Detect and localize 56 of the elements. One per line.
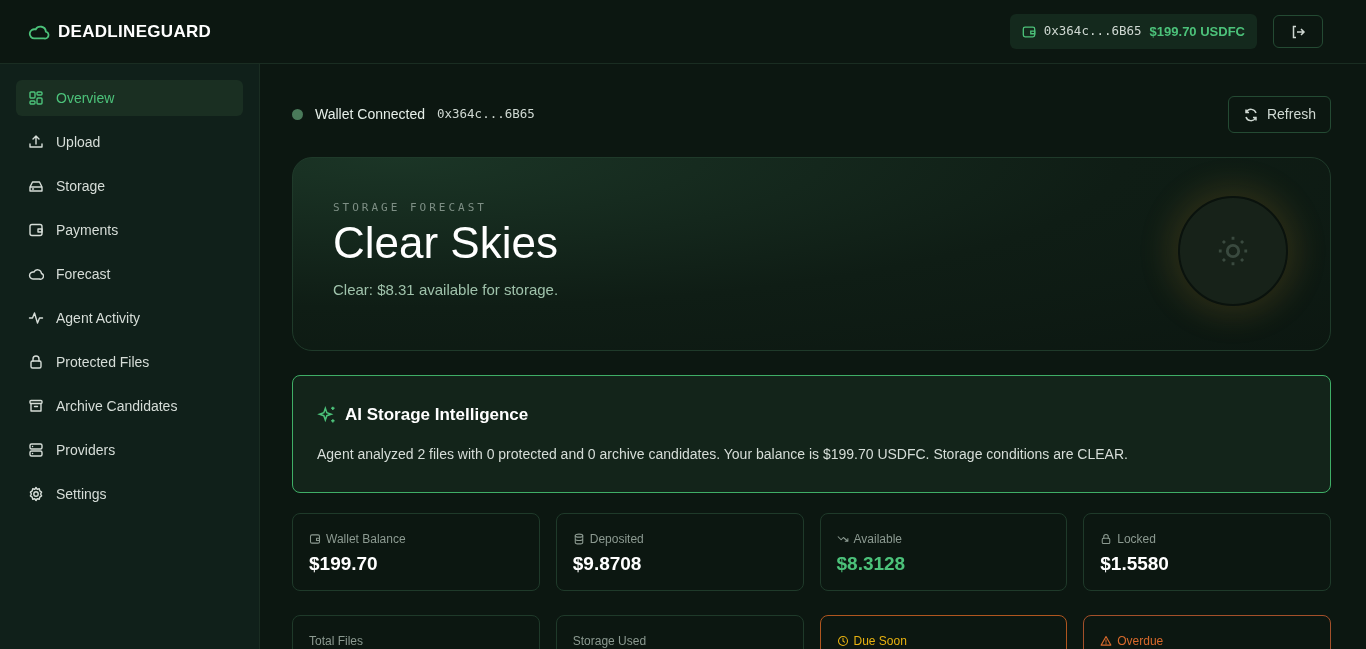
sidebar-item[interactable]: Providers (16, 432, 243, 468)
upload-icon (28, 134, 44, 150)
refresh-button[interactable]: Refresh (1227, 96, 1331, 133)
stat-value: $199.70 (309, 551, 379, 576)
wallet-icon (309, 532, 321, 545)
stat-label: Locked (1117, 530, 1156, 548)
sidebar-item[interactable]: Archive Candidates (16, 388, 243, 424)
database-icon (572, 532, 585, 545)
sidebar-item[interactable]: Agent Activity (16, 300, 243, 336)
lock-icon (1100, 532, 1113, 545)
logout-icon (1290, 23, 1306, 40)
stat-label: Deposited (589, 530, 644, 548)
lock-icon (28, 354, 44, 370)
activity-icon (28, 310, 44, 326)
stat-label: Storage Used (572, 632, 647, 649)
wallet-icon (28, 222, 44, 238)
forecast-message: Clear: $8.31 available for storage. (333, 279, 559, 300)
sun-icon (1216, 234, 1250, 268)
app-title: DEADLINEGUARD (58, 20, 212, 43)
archive-icon (28, 398, 44, 414)
wallet-address: 0x364c...6B65 (437, 105, 535, 124)
grid-icon (28, 90, 44, 106)
ai-summary: Agent analyzed 2 files with 0 protected and 0 archive candidates. Your balance is $199.70 USDFC. Storage conditions are CLEAR. (317, 444, 1129, 464)
stat-label: Overdue (1117, 632, 1164, 649)
stat-label: Wallet Balance (326, 530, 406, 548)
sidebar-item[interactable]: Upload (16, 124, 243, 160)
sidebar-item[interactable]: Payments (16, 212, 243, 248)
wallet-icon (1021, 24, 1036, 39)
stat-label: Total Files (309, 632, 364, 649)
forecast-eyebrow: STORAGE FORECAST (333, 200, 487, 216)
stat-label: Due Soon (853, 632, 907, 649)
warning-icon (1100, 634, 1113, 647)
stat-value: $8.3128 (836, 551, 907, 576)
ai-panel-title: AI Storage Intelligence (345, 404, 529, 426)
server-icon (28, 442, 44, 458)
sparkle-icon (317, 404, 337, 425)
stat-value: $1.5580 (1100, 551, 1170, 576)
gear-icon (28, 486, 44, 502)
stat-label: Available (853, 530, 902, 548)
sidebar-item[interactable]: Forecast (16, 256, 243, 292)
sidebar-item[interactable]: Protected Files (16, 344, 243, 380)
logout-button[interactable] (1273, 15, 1323, 48)
sidebar-item[interactable]: Overview (16, 80, 243, 116)
refresh-icon (1242, 106, 1259, 123)
sidebar-item[interactable]: Settings (16, 476, 243, 512)
status-label: Wallet Connected (315, 105, 425, 124)
forecast-title: Clear Skies (333, 218, 558, 267)
wallet-balance: $199.70 USDFC (1149, 22, 1245, 41)
sidebar-item[interactable]: Storage (16, 168, 243, 204)
wallet-address: 0x364c...6B65 (1043, 22, 1142, 41)
wallet-chip[interactable]: 0x364c...6B65 $199.70 USDFC (1009, 13, 1257, 50)
cloud-icon (28, 23, 50, 40)
cloud-icon (28, 266, 44, 282)
drive-icon (28, 178, 44, 194)
clock-icon (836, 634, 849, 647)
stat-value: $9.8708 (572, 551, 643, 576)
